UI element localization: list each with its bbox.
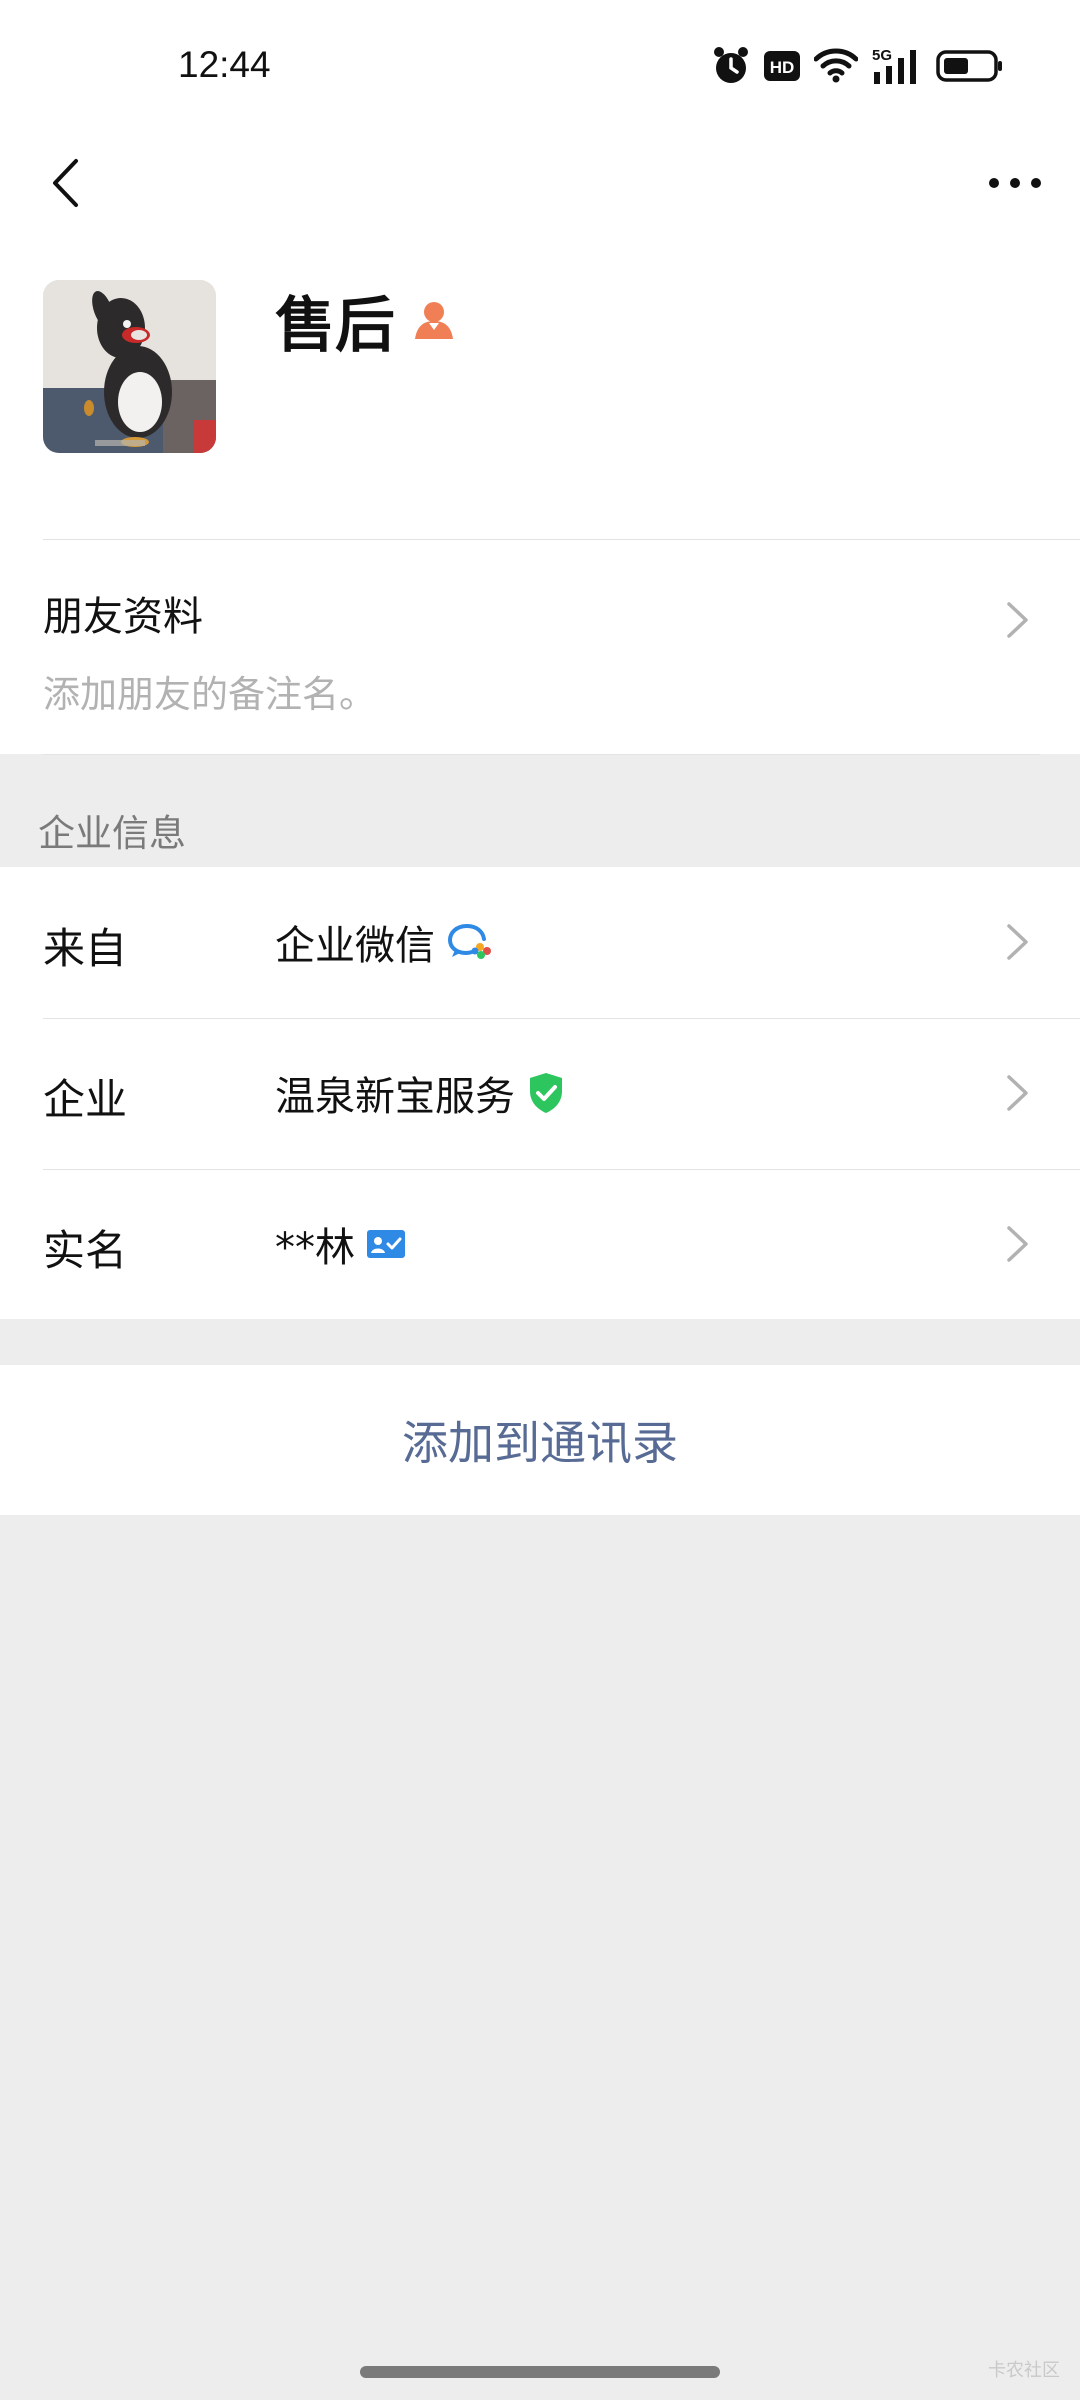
enterprise-label: 企业 [43,1075,128,1124]
from-label: 来自 [43,924,128,973]
chevron-right-icon [1007,602,1028,638]
friend-info-divider [43,754,1040,755]
from-value: 企业微信 [275,917,493,969]
enterprise-row[interactable]: 企业 温泉新宝服务 [0,1018,1080,1169]
status-bar: 12:44 HD 5G [0,0,1080,130]
add-to-contacts-label: 添加到通讯录 [402,1416,678,1470]
avatar-penguin-image [43,280,216,453]
real-name-label: 实名 [43,1226,128,1275]
verified-shield-icon [530,1073,562,1113]
network-label: 5G [872,47,892,64]
nav-bar [0,130,1080,240]
watermark: 卡农社区 [988,2360,1060,2381]
5g-signal-icon: 5G [872,47,916,84]
back-button[interactable] [30,148,100,218]
more-button[interactable] [980,148,1050,218]
from-row[interactable]: 来自 企业微信 [0,867,1080,1018]
real-name-row[interactable]: 实名 **林 [0,1169,1080,1320]
chevron-right-icon [1007,924,1028,960]
id-card-icon [367,1230,405,1258]
enterprise-info-block: 来自 企业微信 企业 温泉新宝服务 实名 **林 [0,867,1080,1319]
alarm-icon [714,47,748,83]
wifi-icon [814,48,858,83]
chevron-right-icon [1007,1226,1028,1262]
status-icons: HD 5G [712,44,1004,88]
friend-info-hint: 添加朋友的备注名。 [43,673,376,716]
enterprise-value-text: 温泉新宝服务 [275,1074,515,1120]
friend-info-row[interactable]: 朋友资料 添加朋友的备注名。 [0,540,1080,754]
more-dots-icon [989,178,1041,188]
add-to-contacts-button[interactable]: 添加到通讯录 [0,1365,1080,1515]
wecom-icon [447,924,491,959]
profile-name: 售后 [275,290,395,361]
battery-icon [936,50,1002,82]
real-name-value-text: **林 [275,1225,355,1271]
status-time: 12:44 [178,44,271,85]
enterprise-value: 温泉新宝服务 [275,1068,565,1120]
profile-header: 售后 [0,240,1080,540]
friend-info-title: 朋友资料 [43,594,203,640]
person-icon [415,302,453,339]
chevron-left-icon [53,159,78,207]
contact-profile-screen: 12:44 HD 5G 售后 朋友资料 添加朋友的备注名。 企业信息 来自 企业… [0,0,1080,2400]
hd-icon: HD [764,51,800,81]
name-row: 售后 [275,280,455,361]
from-value-text: 企业微信 [275,923,435,969]
avatar[interactable] [43,280,216,453]
real-name-value: **林 [275,1219,405,1271]
chevron-right-icon [1007,1075,1028,1111]
home-indicator[interactable] [360,2366,720,2378]
hd-label: HD [770,58,795,77]
enterprise-section-header: 企业信息 [38,812,186,855]
